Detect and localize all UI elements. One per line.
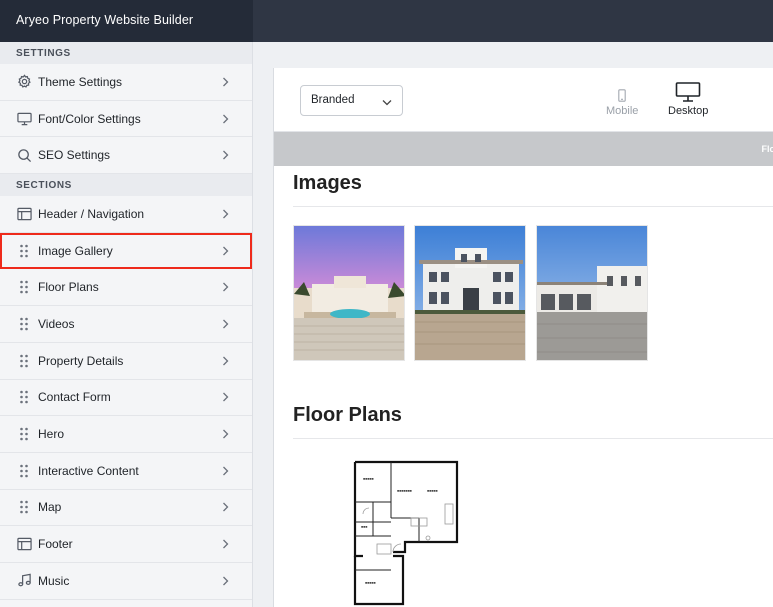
sidebar-item-contact-form[interactable]: Contact Form (0, 379, 252, 417)
preview-banner-text: Flo (761, 144, 773, 154)
sidebar-item-header-navigation[interactable]: Header / Navigation (0, 196, 252, 233)
drag-handle-icon[interactable] (16, 426, 32, 442)
chevron-right-icon (220, 539, 230, 549)
chevron-right-icon (220, 246, 230, 256)
drag-handle-icon[interactable] (16, 463, 32, 479)
chevron-right-icon (220, 392, 230, 402)
gallery-image[interactable] (536, 225, 648, 361)
svg-text:■■■: ■■■ (361, 525, 367, 529)
search-icon (16, 147, 32, 163)
sidebar-item-label: Music (38, 573, 70, 588)
svg-text:■■■■■: ■■■■■ (363, 477, 374, 481)
top-bar-brand-area: Aryeo Property Website Builder (0, 0, 253, 42)
drag-handle-icon[interactable] (16, 243, 32, 259)
drag-handle-icon[interactable] (16, 499, 32, 515)
chevron-right-icon (220, 356, 230, 366)
drag-handle-icon[interactable] (16, 353, 32, 369)
chevron-right-icon (220, 114, 230, 124)
device-mobile-button[interactable]: Mobile (606, 80, 638, 117)
sidebar: SETTINGS Theme Settings Font/Color Setti… (0, 42, 253, 607)
sidebar-item-label: Property Details (38, 353, 124, 368)
preview-toolbar: Branded Mobile Desktop (274, 68, 773, 132)
images-heading: Images (293, 172, 362, 194)
layout-icon (16, 206, 32, 222)
chevron-right-icon (220, 429, 230, 439)
sidebar-item-videos[interactable]: Videos (0, 306, 252, 343)
chevron-right-icon (220, 282, 230, 292)
sidebar-item-seo-settings[interactable]: SEO Settings (0, 137, 252, 175)
gear-icon (16, 74, 32, 90)
drag-handle-icon[interactable] (16, 389, 32, 405)
chevron-right-icon (220, 319, 230, 329)
music-note-icon (16, 573, 32, 589)
sidebar-item-label: Header / Navigation (38, 206, 145, 221)
preview-banner: Flo (274, 132, 773, 166)
sidebar-item-label: Map (38, 500, 62, 515)
sidebar-item-font-color-settings[interactable]: Font/Color Settings (0, 100, 252, 138)
chevron-right-icon (220, 77, 230, 87)
gallery-image[interactable] (414, 225, 526, 361)
theme-select[interactable]: Branded (300, 85, 403, 116)
svg-text:■■■■■: ■■■■■ (427, 489, 438, 493)
sidebar-item-label: Hero (38, 427, 65, 442)
svg-text:■■■■■: ■■■■■ (365, 581, 376, 585)
chevron-down-icon (382, 97, 392, 109)
device-desktop-label: Desktop (668, 105, 709, 117)
monitor-icon (16, 111, 32, 127)
floor-plan-image[interactable]: ■■■■■ ■■■■■■■ ■■■■■ ■■■ ■■■■■ (293, 456, 517, 607)
preview-panel: Branded Mobile Desktop Flo Images (273, 68, 773, 607)
theme-select-value: Branded (311, 94, 355, 106)
sidebar-item-hero[interactable]: Hero (0, 416, 252, 453)
top-bar: Aryeo Property Website Builder (0, 0, 773, 42)
svg-text:■■■■■■■: ■■■■■■■ (397, 489, 412, 493)
gallery-image[interactable] (293, 225, 405, 361)
phone-icon (606, 80, 638, 102)
sidebar-item-map[interactable]: Map (0, 489, 252, 527)
chevron-right-icon (220, 576, 230, 586)
sidebar-item-property-details[interactable]: Property Details (0, 342, 252, 380)
divider (293, 438, 773, 439)
desktop-icon (668, 80, 708, 102)
sidebar-item-label: Font/Color Settings (38, 111, 141, 126)
chevron-right-icon (220, 502, 230, 512)
sidebar-item-image-gallery[interactable]: Image Gallery (0, 232, 252, 270)
sidebar-item-interactive-content[interactable]: Interactive Content (0, 452, 252, 490)
sidebar-item-label: Interactive Content (38, 463, 139, 478)
app-title: Aryeo Property Website Builder (16, 13, 194, 27)
sidebar-item-footer[interactable]: Footer (0, 526, 252, 563)
sidebar-item-label: Videos (38, 316, 75, 331)
sidebar-item-label: SEO Settings (38, 148, 111, 163)
sidebar-item-label: Image Gallery (38, 243, 113, 258)
device-mobile-label: Mobile (606, 105, 639, 117)
settings-section-label: SETTINGS (0, 42, 252, 64)
sections-section-label: SECTIONS (0, 174, 252, 197)
sidebar-item-label: Theme Settings (38, 74, 123, 89)
divider (293, 206, 773, 207)
sidebar-item-label: Footer (38, 537, 73, 552)
sidebar-item-floor-plans[interactable]: Floor Plans (0, 269, 252, 307)
sidebar-item-music[interactable]: Music (0, 562, 252, 600)
drag-handle-icon[interactable] (16, 279, 32, 295)
device-desktop-button[interactable]: Desktop (668, 80, 708, 117)
sidebar-item-label: Contact Form (38, 390, 111, 405)
chevron-right-icon (220, 209, 230, 219)
layout-icon (16, 536, 32, 552)
chevron-right-icon (220, 150, 230, 160)
chevron-right-icon (220, 466, 230, 476)
floor-plans-heading: Floor Plans (293, 404, 402, 426)
sidebar-item-label: Floor Plans (38, 280, 99, 295)
drag-handle-icon[interactable] (16, 316, 32, 332)
sidebar-item-theme-settings[interactable]: Theme Settings (0, 64, 252, 101)
